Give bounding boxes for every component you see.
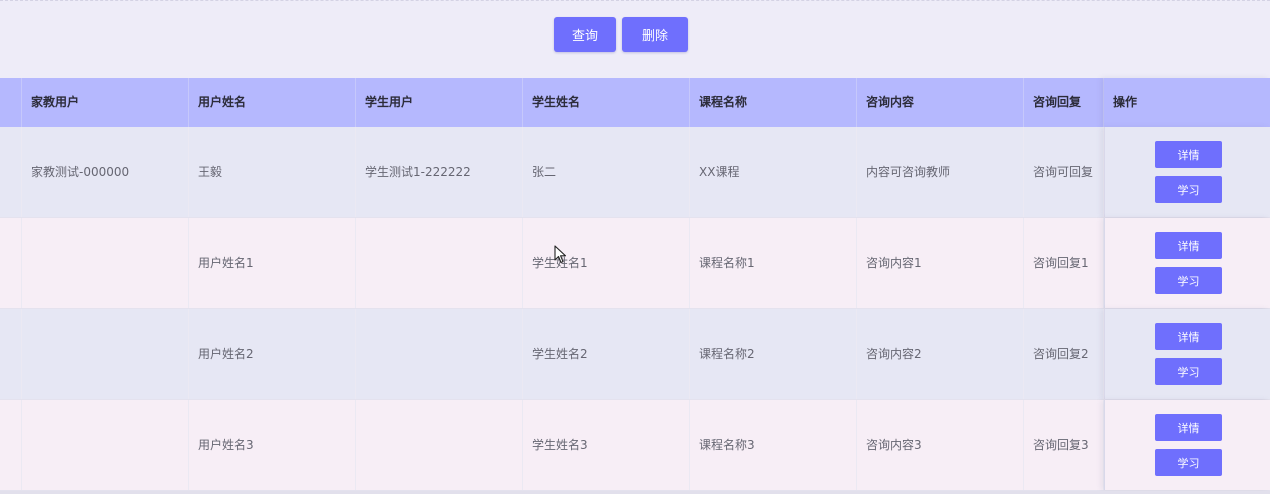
- cell-student-user: [356, 309, 523, 399]
- toolbar: 查询 删除: [0, 0, 1270, 78]
- row-left-stub: [0, 400, 22, 490]
- cell-student-user: 学生测试1-222222: [356, 127, 523, 217]
- study-button[interactable]: 学习: [1155, 358, 1222, 385]
- cell-user-name: 用户姓名1: [189, 218, 356, 308]
- cell-consult-content: 咨询内容1: [857, 218, 1024, 308]
- header-user-name: 用户姓名: [189, 78, 356, 127]
- header-student-user: 学生用户: [356, 78, 523, 127]
- table-row: 用户姓名2 学生姓名2 课程名称2 咨询内容2 咨询回复2 详情 学习: [0, 309, 1270, 400]
- table-header: 家教用户 用户姓名 学生用户 学生姓名 课程名称 咨询内容 咨询回复 操作: [0, 78, 1270, 127]
- row-actions: 详情 学习: [1104, 127, 1270, 217]
- cell-user-name: 用户姓名2: [189, 309, 356, 399]
- detail-button[interactable]: 详情: [1155, 232, 1222, 259]
- cell-student-name: 学生姓名1: [523, 218, 690, 308]
- detail-button[interactable]: 详情: [1155, 323, 1222, 350]
- cell-course-name: 课程名称2: [690, 309, 857, 399]
- cell-consult-content: 咨询内容3: [857, 400, 1024, 490]
- cell-tutor-user: 家教测试-000000: [22, 127, 189, 217]
- cell-tutor-user: [22, 218, 189, 308]
- cell-student-user: [356, 218, 523, 308]
- header-student-name: 学生姓名: [523, 78, 690, 127]
- header-actions: 操作: [1104, 78, 1270, 127]
- detail-button[interactable]: 详情: [1155, 141, 1222, 168]
- cell-student-user: [356, 400, 523, 490]
- cell-student-name: 学生姓名2: [523, 309, 690, 399]
- query-button[interactable]: 查询: [554, 17, 616, 52]
- cell-student-name: 张二: [523, 127, 690, 217]
- header-left-stub: [0, 78, 22, 127]
- table-row: 用户姓名1 学生姓名1 课程名称1 咨询内容1 咨询回复1 详情 学习: [0, 218, 1270, 309]
- row-actions: 详情 学习: [1104, 400, 1270, 490]
- row-actions: 详情 学习: [1104, 218, 1270, 308]
- row-left-stub: [0, 218, 22, 308]
- table-row: 用户姓名3 学生姓名3 课程名称3 咨询内容3 咨询回复3 详情 学习: [0, 400, 1270, 491]
- detail-button[interactable]: 详情: [1155, 414, 1222, 441]
- cell-user-name: 用户姓名3: [189, 400, 356, 490]
- cell-course-name: 课程名称1: [690, 218, 857, 308]
- cell-consult-reply: 咨询回复1: [1024, 218, 1104, 308]
- cell-student-name: 学生姓名3: [523, 400, 690, 490]
- cell-consult-content: 咨询内容2: [857, 309, 1024, 399]
- cell-consult-reply: 咨询回复3: [1024, 400, 1104, 490]
- row-left-stub: [0, 127, 22, 217]
- cell-course-name: XX课程: [690, 127, 857, 217]
- row-left-stub: [0, 309, 22, 399]
- header-consult-reply: 咨询回复: [1024, 78, 1104, 127]
- delete-button[interactable]: 删除: [622, 17, 688, 52]
- study-button[interactable]: 学习: [1155, 176, 1222, 203]
- cell-consult-reply: 咨询回复2: [1024, 309, 1104, 399]
- table-row: 家教测试-000000 王毅 学生测试1-222222 张二 XX课程 内容可咨…: [0, 127, 1270, 218]
- row-actions: 详情 学习: [1104, 309, 1270, 399]
- study-button[interactable]: 学习: [1155, 449, 1222, 476]
- cell-tutor-user: [22, 309, 189, 399]
- consult-table: 家教用户 用户姓名 学生用户 学生姓名 课程名称 咨询内容 咨询回复 操作 家教…: [0, 78, 1270, 492]
- header-course-name: 课程名称: [690, 78, 857, 127]
- cell-consult-reply: 咨询可回复: [1024, 127, 1104, 217]
- header-tutor-user: 家教用户: [22, 78, 189, 127]
- cell-user-name: 王毅: [189, 127, 356, 217]
- header-consult-content: 咨询内容: [857, 78, 1024, 127]
- mouse-cursor-icon: [554, 245, 567, 264]
- study-button[interactable]: 学习: [1155, 267, 1222, 294]
- cell-tutor-user: [22, 400, 189, 490]
- cell-course-name: 课程名称3: [690, 400, 857, 490]
- cell-consult-content: 内容可咨询教师: [857, 127, 1024, 217]
